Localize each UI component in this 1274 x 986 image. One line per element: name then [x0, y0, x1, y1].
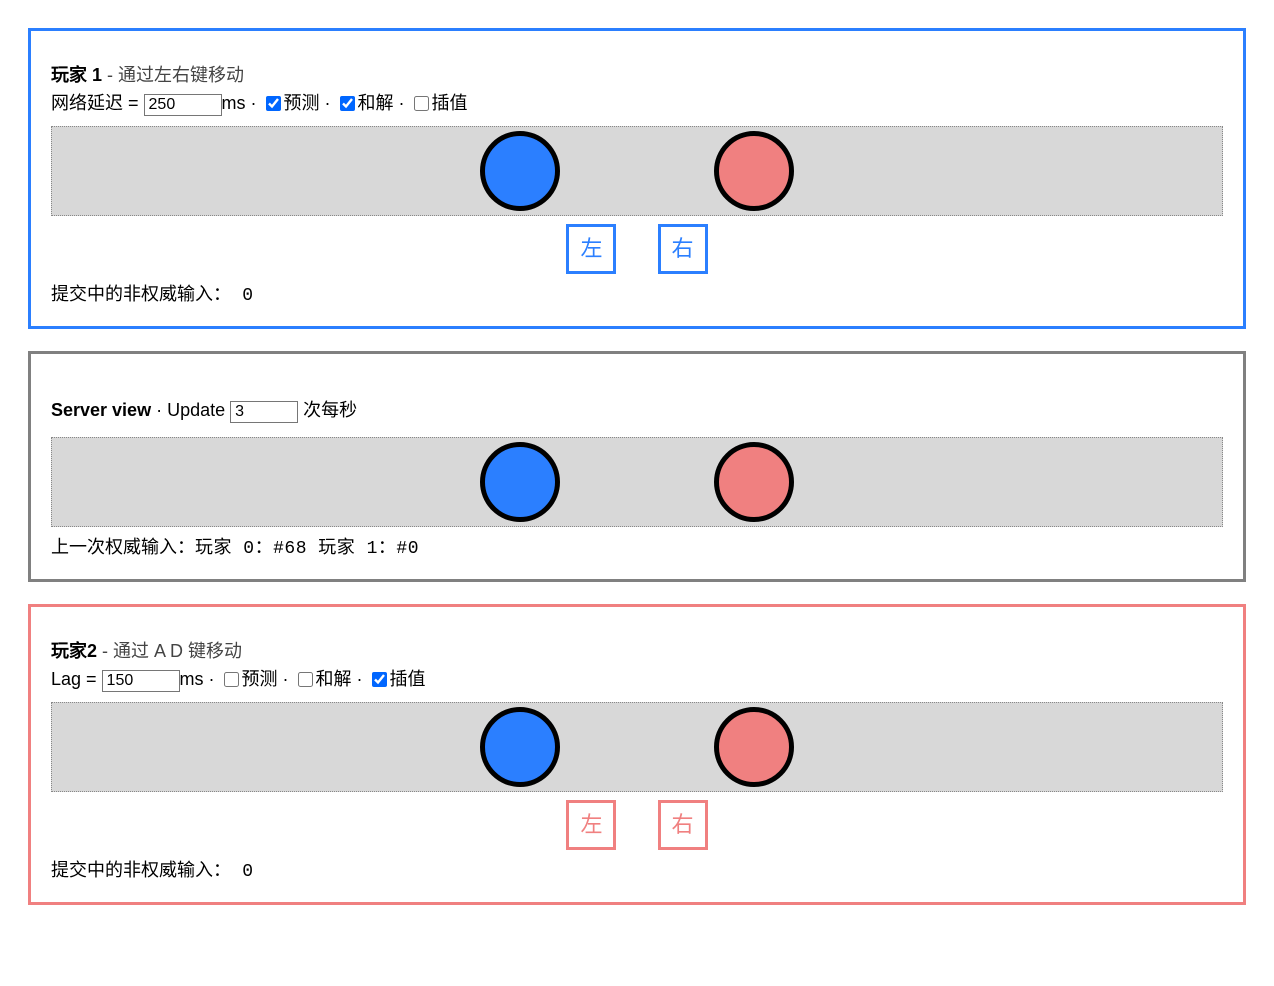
player2-lag-label: Lag = [51, 669, 102, 689]
player2-predict-label: 预测 [242, 669, 278, 689]
player2-arena [51, 702, 1223, 792]
player1-ball-pink [714, 131, 794, 211]
dot: · [320, 93, 336, 113]
dot: · [204, 669, 220, 689]
player2-ball-blue [480, 707, 560, 787]
player2-interp-label: 插值 [390, 669, 426, 689]
player1-lag-input[interactable] [144, 94, 222, 116]
player2-ball-pink [714, 707, 794, 787]
server-status-text: 玩家 0：#68 玩家 1：#0 [195, 539, 419, 559]
player1-status: 提交中的非权威输入： 0 [51, 280, 1223, 306]
server-status: 上一次权威输入：玩家 0：#68 玩家 1：#0 [51, 533, 1223, 559]
player1-lag-label: 网络延迟 = [51, 93, 144, 113]
dot: · [246, 93, 262, 113]
player2-reconcile-checkbox[interactable] [298, 672, 313, 687]
player1-status-value: 0 [231, 286, 254, 306]
player1-arena [51, 126, 1223, 216]
player2-status-label: 提交中的非权威输入： [51, 860, 231, 880]
player2-subtitle: - 通过 A D 键移动 [97, 641, 242, 661]
player1-controls: 网络延迟 = ms · 预测 · 和解 · 插值 [51, 89, 1223, 116]
server-header: Server view · Update 次每秒 [51, 396, 1223, 423]
player1-button-row: 左 右 [51, 224, 1223, 274]
player2-lag-input[interactable] [102, 670, 180, 692]
player2-left-button[interactable]: 左 [566, 800, 616, 850]
player1-header: 玩家 1 - 通过左右键移动 [51, 61, 1223, 87]
player1-predict-checkbox[interactable] [266, 96, 281, 111]
server-update-input[interactable] [230, 401, 298, 423]
server-update-label: Update [167, 400, 230, 420]
dot: · [352, 669, 368, 689]
player2-button-row: 左 右 [51, 800, 1223, 850]
server-arena [51, 437, 1223, 527]
server-ball-blue [480, 442, 560, 522]
player2-status-value: 0 [231, 862, 254, 882]
player1-left-button[interactable]: 左 [566, 224, 616, 274]
player1-status-label: 提交中的非权威输入： [51, 284, 231, 304]
player2-reconcile-label: 和解 [316, 669, 352, 689]
server-ball-pink [714, 442, 794, 522]
player1-title: 玩家 1 [51, 65, 102, 85]
player2-panel: 玩家2 - 通过 A D 键移动 Lag = ms · 预测 · 和解 · 插值… [28, 604, 1246, 905]
player1-reconcile-label: 和解 [358, 93, 394, 113]
player1-panel: 玩家 1 - 通过左右键移动 网络延迟 = ms · 预测 · 和解 · 插值 … [28, 28, 1246, 329]
server-title: Server view [51, 400, 151, 420]
dot: · [151, 400, 167, 420]
player1-interp-checkbox[interactable] [414, 96, 429, 111]
server-panel: Server view · Update 次每秒 上一次权威输入：玩家 0：#6… [28, 351, 1246, 582]
player1-interp-label: 插值 [432, 93, 468, 113]
server-update-unit: 次每秒 [298, 400, 357, 420]
server-status-prefix: 上一次权威输入： [51, 537, 195, 557]
player2-lag-unit: ms [180, 669, 204, 689]
player2-right-button[interactable]: 右 [658, 800, 708, 850]
player1-right-button[interactable]: 右 [658, 224, 708, 274]
player2-controls: Lag = ms · 预测 · 和解 · 插值 [51, 665, 1223, 692]
dot: · [394, 93, 410, 113]
player1-reconcile-checkbox[interactable] [340, 96, 355, 111]
player2-predict-checkbox[interactable] [224, 672, 239, 687]
player2-header: 玩家2 - 通过 A D 键移动 [51, 637, 1223, 663]
player1-lag-unit: ms [222, 93, 246, 113]
player1-subtitle: - 通过左右键移动 [102, 65, 244, 85]
player2-interp-checkbox[interactable] [372, 672, 387, 687]
player1-ball-blue [480, 131, 560, 211]
dot: · [278, 669, 294, 689]
player1-predict-label: 预测 [284, 93, 320, 113]
player2-status: 提交中的非权威输入： 0 [51, 856, 1223, 882]
player2-title: 玩家2 [51, 641, 97, 661]
